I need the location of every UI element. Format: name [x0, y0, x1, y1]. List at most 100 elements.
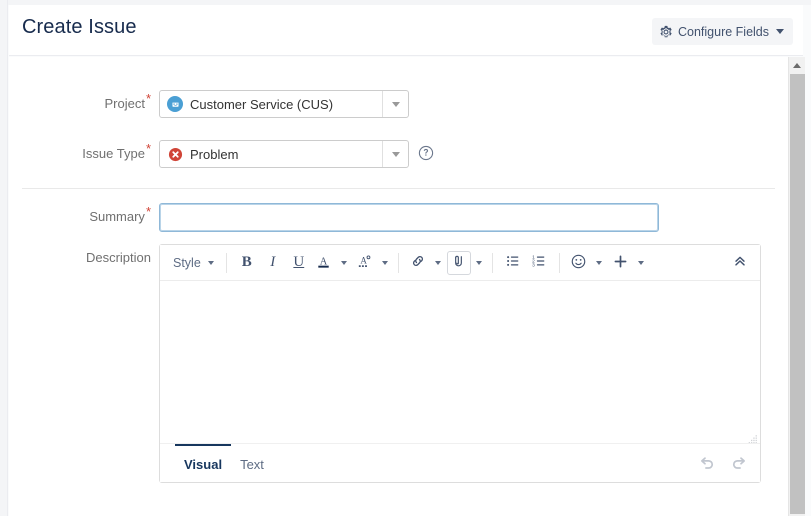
chevron-down-icon — [435, 260, 442, 265]
summary-label: Summary* — [9, 203, 159, 231]
text-color-button[interactable]: A — [312, 251, 336, 275]
section-divider — [22, 188, 775, 189]
collapse-toolbar-button[interactable] — [728, 251, 752, 275]
page-title: Create Issue — [22, 16, 137, 38]
field-row-project: Project* Customer Service (CUS) — [9, 90, 409, 118]
chevron-down-icon — [776, 29, 784, 34]
configure-fields-button[interactable]: Configure Fields — [651, 18, 793, 45]
bullet-list-icon — [505, 253, 521, 272]
project-label: Project* — [9, 90, 159, 118]
issue-type-dropdown-caret-down-icon[interactable] — [382, 141, 408, 167]
create-issue-dialog: Create Issue Configure Fields Project* C… — [0, 0, 811, 516]
highlight-color-icon: A — [356, 253, 373, 273]
project-select[interactable]: Customer Service (CUS) — [159, 90, 409, 118]
numbered-list-button[interactable]: 1 2 3 — [526, 251, 552, 275]
chevron-down-icon — [341, 260, 348, 265]
description-editor: Style B I U A A 1 2 3 Visual Text — [159, 244, 761, 483]
chevron-down-icon — [207, 260, 214, 265]
configure-fields-label: Configure Fields — [677, 24, 769, 39]
project-required-marker: * — [145, 90, 151, 106]
dialog-header: Create Issue Configure Fields — [9, 5, 803, 56]
dialog-body: Project* Customer Service (CUS) Issue Ty… — [9, 57, 788, 516]
attachment-dropdown-button[interactable] — [471, 251, 485, 275]
italic-button[interactable]: I — [260, 251, 286, 275]
svg-text:3: 3 — [532, 263, 535, 269]
issue-type-value-text: Problem — [190, 146, 239, 162]
tab-text[interactable]: Text — [231, 444, 273, 482]
toolbar-group-lists: 1 2 3 — [500, 250, 552, 276]
left-edge-strip — [0, 0, 8, 516]
toolbar-divider — [397, 252, 399, 273]
field-row-summary: Summary* — [9, 203, 659, 232]
underline-button[interactable]: U — [286, 251, 312, 275]
paperclip-icon — [451, 254, 466, 272]
chevron-double-up-icon — [732, 253, 748, 272]
highlight-color-button[interactable]: A — [353, 251, 377, 275]
toolbar-group-style: Style — [168, 250, 219, 276]
style-dropdown-button[interactable]: Style — [168, 251, 219, 275]
toolbar-divider — [225, 252, 227, 273]
undo-icon[interactable] — [698, 454, 716, 472]
link-icon — [410, 253, 426, 272]
highlight-color-dropdown-button[interactable] — [377, 251, 391, 275]
plus-icon — [612, 253, 629, 273]
insert-dropdown-button[interactable] — [633, 251, 647, 275]
chevron-down-icon — [476, 260, 483, 265]
gear-icon — [659, 25, 673, 39]
chevron-down-icon — [596, 260, 603, 265]
italic-icon: I — [270, 254, 276, 270]
text-color-icon: A — [315, 253, 332, 273]
project-value-text: Customer Service (CUS) — [190, 96, 334, 112]
emoji-icon — [570, 253, 587, 273]
chevron-down-icon — [382, 260, 389, 265]
editor-toolbar: Style B I U A A 1 2 3 — [160, 245, 760, 281]
problem-icon — [167, 146, 183, 162]
project-dropdown-caret-down-icon[interactable] — [382, 91, 408, 117]
link-dropdown-button[interactable] — [430, 251, 444, 275]
undo-redo-group — [698, 454, 748, 472]
editor-mode-tabs: Visual Text — [160, 443, 760, 482]
toolbar-group-insert — [567, 250, 647, 276]
issue-type-select[interactable]: Problem — [159, 140, 409, 168]
bold-button[interactable]: B — [234, 251, 260, 275]
description-label: Description — [9, 244, 159, 272]
vertical-scrollbar[interactable] — [788, 57, 805, 516]
insert-button[interactable] — [609, 251, 633, 275]
underline-icon: U — [293, 254, 305, 270]
scrollbar-thumb[interactable] — [790, 74, 805, 514]
field-row-description: Description Style B I U A A 1 2 3 Visual… — [9, 244, 761, 483]
toolbar-divider — [491, 252, 493, 273]
emoji-button[interactable] — [567, 251, 591, 275]
text-color-dropdown-button[interactable] — [336, 251, 350, 275]
scroll-up-arrow-icon[interactable] — [789, 57, 805, 73]
bold-icon: B — [241, 254, 252, 270]
project-avatar-icon — [167, 96, 183, 112]
chevron-down-icon — [638, 260, 645, 265]
summary-required-marker: * — [145, 203, 151, 219]
toolbar-group-format: B I U A A — [234, 250, 391, 276]
tab-visual[interactable]: Visual — [175, 443, 232, 482]
toolbar-group-insert-link — [406, 250, 485, 276]
issue-type-label-text: Issue Type — [82, 146, 145, 161]
link-button[interactable] — [406, 251, 430, 275]
issue-type-select-value: Problem — [160, 146, 382, 162]
redo-icon[interactable] — [730, 454, 748, 472]
bullet-list-button[interactable] — [500, 251, 526, 275]
issue-type-label: Issue Type* — [9, 140, 159, 168]
project-label-text: Project — [104, 96, 145, 111]
style-label: Style — [173, 255, 201, 270]
issue-type-required-marker: * — [145, 140, 151, 156]
svg-text:A: A — [361, 255, 368, 265]
numbered-list-icon: 1 2 3 — [531, 253, 547, 272]
field-row-issue-type: Issue Type* Problem — [9, 140, 434, 168]
project-select-value: Customer Service (CUS) — [160, 96, 382, 112]
emoji-dropdown-button[interactable] — [591, 251, 605, 275]
summary-input[interactable] — [159, 203, 659, 232]
description-label-text: Description — [85, 250, 151, 265]
attachment-button[interactable] — [446, 250, 471, 275]
question-circle-icon[interactable] — [418, 145, 434, 161]
toolbar-divider — [558, 252, 560, 273]
summary-label-text: Summary — [89, 209, 145, 224]
resize-handle-icon[interactable] — [748, 431, 758, 444]
description-textarea[interactable] — [160, 281, 760, 444]
